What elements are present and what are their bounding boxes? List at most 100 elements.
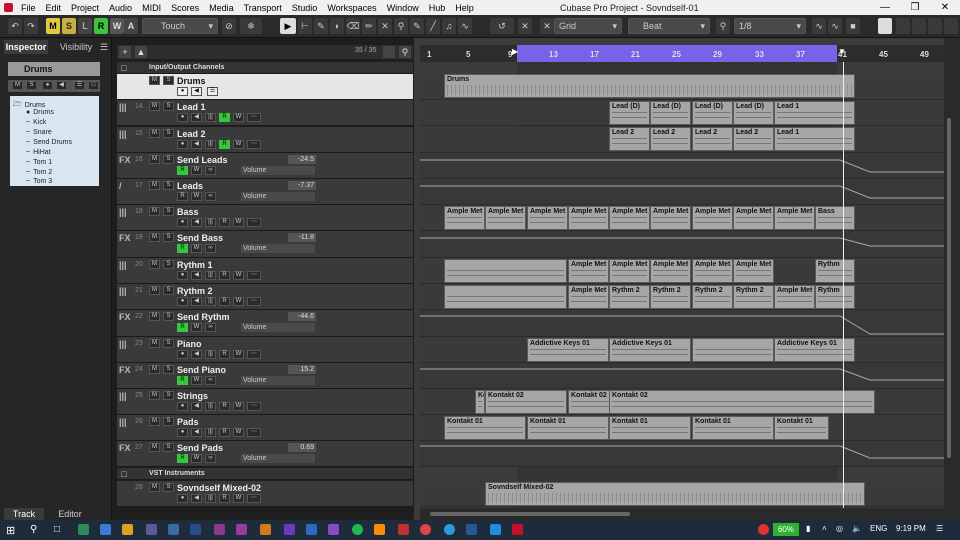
restore-icon[interactable]: ❐ xyxy=(900,0,930,15)
track-row[interactable]: ||| 26 Pads M S ● ◀ ||| R W ⋯ xyxy=(117,415,413,441)
mute-icon[interactable]: M xyxy=(149,339,160,348)
instrument-icon[interactable]: ||| xyxy=(205,113,216,122)
instrument-icon[interactable]: ||| xyxy=(205,428,216,437)
menu-help[interactable]: Help xyxy=(450,3,479,13)
battery-icon[interactable]: ▮ xyxy=(806,524,810,533)
inspector-track-name[interactable]: Drums xyxy=(8,62,100,76)
monitor-icon[interactable]: ◀ xyxy=(191,218,202,227)
event-part[interactable]: Kontakt 02 xyxy=(485,390,567,414)
play-tool-icon[interactable]: ♫ xyxy=(442,18,456,34)
event-part[interactable]: Ample Met xyxy=(650,206,691,230)
menu-icon[interactable]: ☰ xyxy=(98,40,110,54)
track-name[interactable]: Rythm 1 xyxy=(177,260,213,270)
quantize-presets-icon[interactable]: ∿ xyxy=(828,18,842,34)
event-part[interactable]: Ample Met xyxy=(609,206,650,230)
grid-type-select[interactable]: Beat ▾ xyxy=(628,18,710,34)
record-enable-icon[interactable]: ● xyxy=(177,140,188,149)
event-part[interactable]: Lead 2 xyxy=(733,127,774,151)
track-row[interactable]: FX 16 Send Leads M S -24.5 R W ∞ Volume xyxy=(117,153,413,179)
solo-icon[interactable]: S xyxy=(163,312,174,321)
minimize-icon[interactable]: — xyxy=(870,0,900,15)
wifi-icon[interactable]: ◎ xyxy=(836,524,843,533)
mail-icon[interactable] xyxy=(100,524,111,535)
suspend-icon[interactable]: ⊘ xyxy=(222,18,236,34)
event-part[interactable]: Ample Met xyxy=(733,259,774,283)
read-automation-icon[interactable]: R xyxy=(219,271,230,280)
write-automation-icon[interactable]: W xyxy=(191,376,202,385)
tab-visibility[interactable]: Visibility xyxy=(54,40,98,54)
menu-midi[interactable]: MIDI xyxy=(137,3,166,13)
event-part[interactable]: Drums xyxy=(444,74,855,98)
track-name[interactable]: Lead 1 xyxy=(177,102,206,112)
link-icon[interactable]: ∞ xyxy=(205,166,216,175)
event-part[interactable]: Kontakt 01 xyxy=(774,416,829,440)
solo-icon[interactable]: S xyxy=(163,129,174,138)
object-selection-tool-icon[interactable]: ▶ xyxy=(280,18,296,34)
zoom-tool-icon[interactable]: ⚲ xyxy=(394,18,408,34)
tab-editor[interactable]: Editor xyxy=(48,508,92,520)
cubase-taskbar-icon[interactable] xyxy=(512,524,523,535)
app-icon[interactable] xyxy=(328,524,339,535)
event-part[interactable]: Ample Met xyxy=(609,259,650,283)
color-icon[interactable]: ■ xyxy=(846,18,860,34)
menu-edit[interactable]: Edit xyxy=(41,3,67,13)
track-lane[interactable] xyxy=(420,363,944,389)
solo-icon[interactable]: S xyxy=(163,207,174,216)
monitor-icon[interactable]: ◀ xyxy=(191,402,202,411)
project-cursor[interactable] xyxy=(843,62,844,520)
mute-icon[interactable]: M xyxy=(149,417,160,426)
split-tool-icon[interactable]: ✎ xyxy=(314,18,328,34)
automation-parameter[interactable]: Volume xyxy=(241,323,315,332)
instrument-icon[interactable]: ||| xyxy=(205,271,216,280)
track-name[interactable]: Sovndself Mixed-02 xyxy=(177,483,261,493)
solo-icon[interactable]: S xyxy=(163,391,174,400)
event-part[interactable]: Ample Met xyxy=(568,285,609,309)
event-part[interactable]: Lead (D) xyxy=(609,101,650,125)
app-icon[interactable] xyxy=(398,524,409,535)
edit-instrument-icon[interactable]: ⋯ xyxy=(247,218,261,227)
mute-icon[interactable]: M xyxy=(149,443,160,452)
event-part[interactable]: Lead (D) xyxy=(692,101,733,125)
solo-icon[interactable]: S xyxy=(163,365,174,374)
volume-value[interactable]: 15.2 xyxy=(288,365,316,374)
track-row[interactable]: FX 22 Send Rythm M S -44.6 R W ∞ Volume xyxy=(117,310,413,337)
record-enable-icon[interactable]: ● xyxy=(177,494,188,503)
tray-app-icon[interactable] xyxy=(758,524,769,535)
notification-icon[interactable]: ☰ xyxy=(936,524,943,533)
volume-value[interactable]: -24.5 xyxy=(288,155,316,164)
event-part[interactable]: Rythm 2 xyxy=(733,285,774,309)
add-track-icon[interactable]: + xyxy=(119,46,131,58)
illustrator-icon[interactable] xyxy=(260,524,271,535)
event-part[interactable]: Lead 2 xyxy=(650,127,691,151)
snap-type-select[interactable]: Grid ▾ xyxy=(554,18,622,34)
track-name[interactable]: Leads xyxy=(177,181,203,191)
read-automation-icon[interactable]: R xyxy=(219,402,230,411)
mute-icon[interactable]: M xyxy=(149,102,160,111)
menu-project[interactable]: Project xyxy=(66,3,104,13)
mute-tool-icon[interactable]: ✕ xyxy=(378,18,392,34)
edit-instrument-icon[interactable]: ⋯ xyxy=(247,494,261,503)
comp-tool-icon[interactable]: ✎ xyxy=(410,18,424,34)
edit-instrument-icon[interactable]: ⋯ xyxy=(247,297,261,306)
tree-item-tom1[interactable]: ~ Tom 1 xyxy=(26,159,52,166)
tab-track[interactable]: Track xyxy=(4,508,44,520)
read-automation-icon[interactable]: R xyxy=(219,218,230,227)
cursor-marker-icon[interactable]: ▼ xyxy=(838,47,848,59)
listen-button[interactable]: L xyxy=(78,18,92,34)
event-part[interactable] xyxy=(692,338,774,362)
solo-icon[interactable]: S xyxy=(163,76,174,85)
mute-icon[interactable]: M xyxy=(149,286,160,295)
write-automation-icon[interactable]: W xyxy=(191,192,202,201)
track-name[interactable]: Send Piano xyxy=(177,365,226,375)
track-row[interactable]: ||| 18 Bass M S ● ◀ ||| R W ⋯ xyxy=(117,205,413,231)
mute-icon[interactable]: M xyxy=(149,483,160,492)
edit-icon[interactable]: ☰ xyxy=(74,81,85,90)
event-part[interactable] xyxy=(444,259,567,283)
link-icon[interactable]: ∞ xyxy=(205,192,216,201)
vertical-scrollbar[interactable] xyxy=(944,38,960,520)
volume-value[interactable]: -44.6 xyxy=(288,312,316,321)
mute-icon[interactable]: M xyxy=(149,260,160,269)
write-automation-icon[interactable]: W xyxy=(233,271,244,280)
track-name[interactable]: Bass xyxy=(177,207,199,217)
event-part[interactable]: Rythm 2 xyxy=(609,285,650,309)
